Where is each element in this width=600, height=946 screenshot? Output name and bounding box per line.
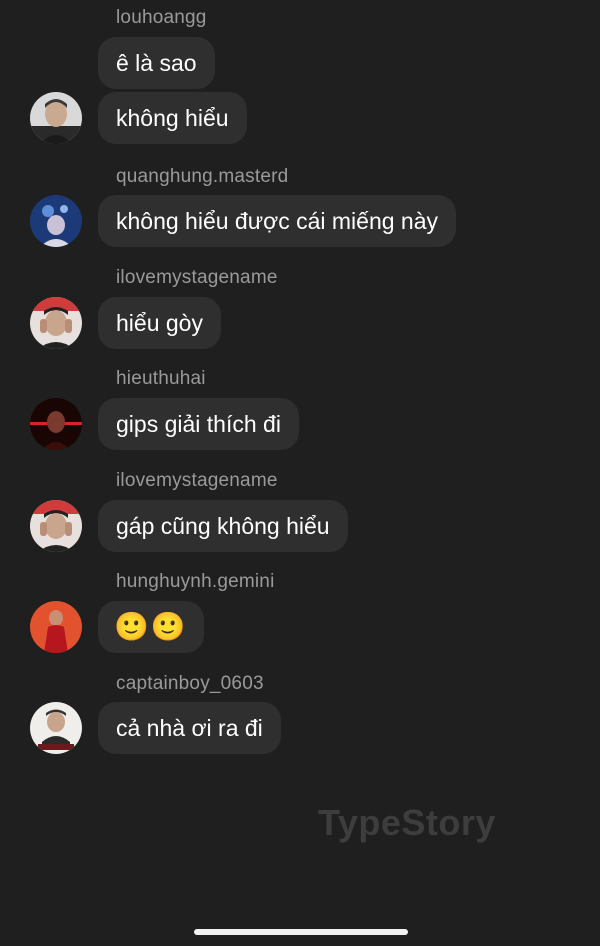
user-avatar[interactable] — [30, 195, 82, 247]
avatar-image — [30, 195, 82, 247]
user-avatar[interactable] — [30, 702, 82, 754]
message-username: louhoangg — [116, 7, 207, 28]
message-username: hunghuynh.gemini — [116, 571, 275, 592]
user-avatar[interactable] — [30, 398, 82, 450]
message-username: ilovemystagename — [116, 267, 278, 288]
message-bubble[interactable]: gáp cũng không hiểu — [98, 500, 348, 552]
message-bubble[interactable]: không hiểu — [98, 92, 247, 144]
avatar-image — [30, 702, 82, 754]
avatar-image — [30, 398, 82, 450]
message-username: captainboy_0603 — [116, 673, 264, 694]
home-indicator[interactable] — [194, 929, 408, 935]
avatar-image — [30, 297, 82, 349]
avatar-image — [30, 500, 82, 552]
message-bubble[interactable]: 🙂🙂 — [98, 601, 204, 653]
message-bubble[interactable]: cả nhà ơi ra đi — [98, 702, 281, 754]
chat-screen: louhoangg ê là sao không hiểu quanghung.… — [0, 0, 600, 946]
user-avatar[interactable] — [30, 500, 82, 552]
avatar-image — [30, 92, 82, 144]
user-avatar[interactable] — [30, 601, 82, 653]
message-username: ilovemystagename — [116, 470, 278, 491]
user-avatar[interactable] — [30, 92, 82, 144]
message-username: quanghung.masterd — [116, 166, 289, 187]
message-bubble[interactable]: hiểu gòy — [98, 297, 221, 349]
avatar-image — [30, 601, 82, 653]
user-avatar[interactable] — [30, 297, 82, 349]
message-bubble[interactable]: ê là sao — [98, 37, 215, 89]
message-bubble[interactable]: gips giải thích đi — [98, 398, 299, 450]
watermark-logo: TypeStory — [318, 802, 496, 843]
message-username: hieuthuhai — [116, 368, 206, 389]
message-bubble[interactable]: không hiểu được cái miếng này — [98, 195, 456, 247]
